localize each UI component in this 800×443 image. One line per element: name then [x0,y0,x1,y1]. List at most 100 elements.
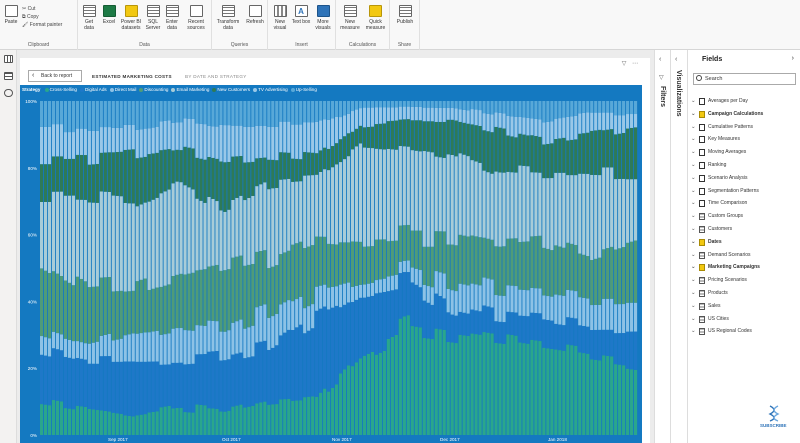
column-segment[interactable] [402,106,406,120]
column-segment[interactable] [159,334,163,365]
column-segment[interactable] [139,204,143,280]
column-segment[interactable] [586,298,590,327]
column-segment[interactable] [566,242,570,290]
column-segment[interactable] [430,152,434,247]
column-segment[interactable] [287,178,291,251]
column-segment[interactable] [223,125,227,163]
chevron-down-icon[interactable]: ⌄ [691,185,696,198]
field-table-item[interactable]: ⌄ Time Comparison [688,197,800,210]
column-segment[interactable] [634,240,638,303]
column-segment[interactable] [231,125,235,157]
column-segment[interactable] [486,113,490,132]
column-segment[interactable] [143,101,147,129]
column-segment[interactable] [474,236,478,285]
column-segment[interactable] [295,327,299,401]
column-segment[interactable] [354,128,359,147]
column-segment[interactable] [115,413,119,435]
column-segment[interactable] [494,246,498,296]
column-segment[interactable] [171,362,175,409]
column-segment[interactable] [390,275,394,291]
column-segment[interactable] [203,325,207,355]
column-segment[interactable] [175,362,179,408]
column-segment[interactable] [247,101,251,127]
column-segment[interactable] [566,344,570,435]
column-segment[interactable] [398,119,402,147]
column-segment[interactable] [434,328,438,435]
column-segment[interactable] [99,277,103,336]
column-segment[interactable] [374,293,378,355]
column-segment[interactable] [87,363,91,409]
column-segment[interactable] [99,101,103,128]
column-segment[interactable] [438,101,442,108]
column-segment[interactable] [578,325,582,353]
column-segment[interactable] [279,152,283,180]
column-segment[interactable] [159,101,163,122]
column-segment[interactable] [183,412,187,435]
column-segment[interactable] [558,324,562,351]
column-segment[interactable] [155,287,159,331]
column-segment[interactable] [486,131,490,173]
column-segment[interactable] [287,152,291,179]
column-segment[interactable] [183,330,187,365]
column-segment[interactable] [95,101,99,131]
column-segment[interactable] [71,101,75,133]
column-segment[interactable] [482,101,486,114]
column-segment[interactable] [542,101,546,123]
column-segment[interactable] [502,128,506,173]
column-segment[interactable] [374,101,378,108]
column-segment[interactable] [239,125,243,157]
column-segment[interactable] [558,246,562,296]
column-segment[interactable] [283,399,287,435]
column-segment[interactable] [307,330,311,397]
column-segment[interactable] [339,307,343,374]
column-segment[interactable] [522,315,526,344]
column-segment[interactable] [215,158,219,202]
column-segment[interactable] [75,341,79,358]
column-segment[interactable] [406,272,410,316]
column-segment[interactable] [358,143,363,242]
field-table-item[interactable]: ⌄ Segmentation Patterns [688,185,800,198]
new-visual-button[interactable]: New visual [270,5,290,31]
column-segment[interactable] [223,331,227,361]
column-segment[interactable] [159,286,163,335]
column-segment[interactable] [67,132,72,159]
column-segment[interactable] [239,319,243,353]
column-segment[interactable] [626,368,630,435]
column-segment[interactable] [207,266,211,321]
column-segment[interactable] [279,121,283,153]
column-segment[interactable] [143,278,147,333]
column-segment[interactable] [299,101,303,125]
column-segment[interactable] [514,238,518,287]
column-segment[interactable] [462,235,466,285]
column-segment[interactable] [474,125,478,162]
column-segment[interactable] [175,181,179,275]
column-segment[interactable] [87,287,91,344]
column-segment[interactable] [378,149,382,240]
chevron-down-icon[interactable]: ⌄ [691,146,696,159]
column-segment[interactable] [283,252,287,303]
column-segment[interactable] [131,101,135,125]
column-segment[interactable] [231,156,235,200]
column-segment[interactable] [239,352,243,405]
column-segment[interactable] [586,132,590,174]
column-segment[interactable] [402,225,406,261]
field-table-item[interactable]: ⌄ US Cities [688,313,800,326]
column-segment[interactable] [450,290,454,315]
column-segment[interactable] [626,331,630,369]
column-segment[interactable] [171,101,175,123]
column-segment[interactable] [350,302,355,367]
column-segment[interactable] [462,284,466,313]
column-segment[interactable] [514,101,518,117]
column-segment[interactable] [199,101,203,124]
column-segment[interactable] [271,101,275,127]
column-segment[interactable] [538,172,542,236]
column-segment[interactable] [498,246,502,296]
column-segment[interactable] [303,397,307,435]
column-segment[interactable] [227,161,231,210]
column-segment[interactable] [466,110,470,124]
column-segment[interactable] [295,158,299,182]
column-segment[interactable] [43,355,48,405]
column-segment[interactable] [291,301,295,330]
column-segment[interactable] [59,276,64,335]
column-segment[interactable] [494,112,498,127]
